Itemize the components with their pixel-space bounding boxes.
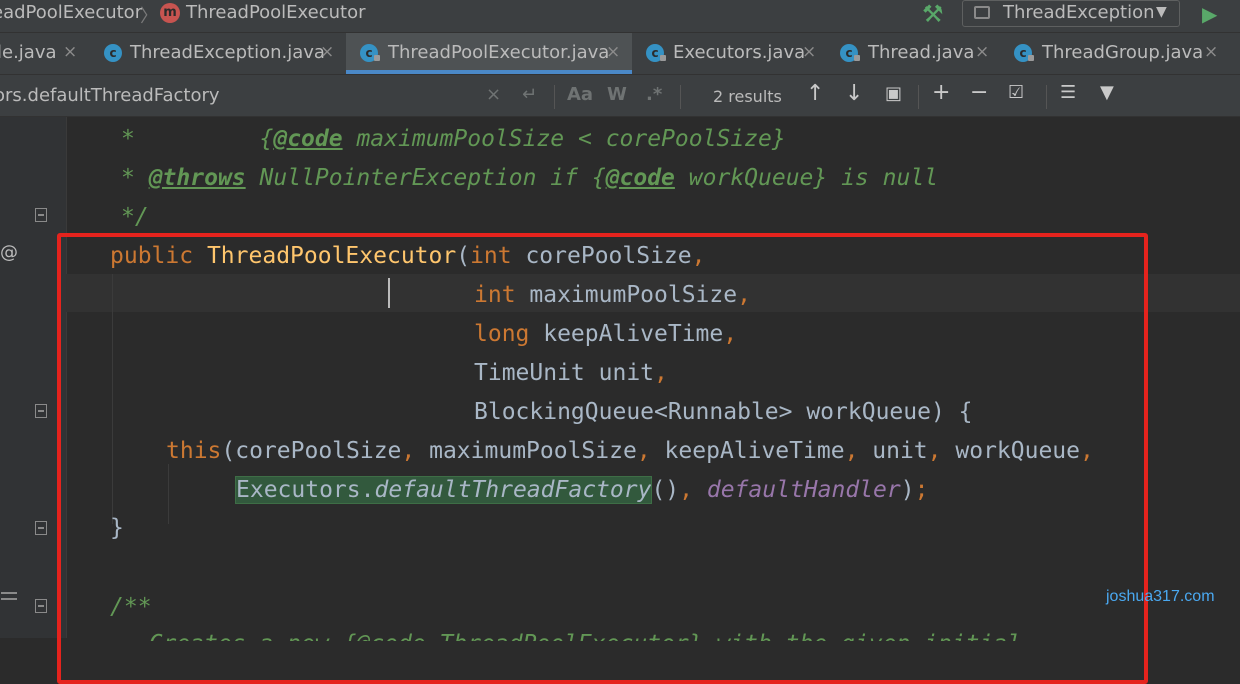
close-icon[interactable]: ×	[1204, 42, 1218, 62]
fold-icon[interactable]	[35, 208, 47, 222]
lock-icon	[854, 55, 860, 61]
close-icon[interactable]: ×	[320, 42, 334, 62]
close-icon[interactable]: ×	[63, 42, 77, 62]
divider	[680, 85, 681, 109]
breadcrumb-parent[interactable]: eadPoolExecutor	[0, 2, 142, 23]
editor-tab-bar: le.java × c ThreadException.java × c Thr…	[0, 33, 1240, 75]
previous-occurrence-icon[interactable]: ↑	[806, 81, 824, 106]
code-line: * @throws NullPointerException if {@code…	[121, 165, 939, 191]
method-class-icon: m	[160, 3, 180, 23]
tab-thread[interactable]: c Thread.java ×	[830, 33, 1002, 74]
application-config-icon	[974, 6, 990, 19]
select-all-occurrences-icon[interactable]: ▣	[885, 83, 902, 104]
breadcrumb-current[interactable]: ThreadPoolExecutor	[186, 2, 366, 23]
tab-thread-exception[interactable]: c ThreadException.java ×	[88, 33, 344, 74]
close-icon[interactable]: ×	[606, 42, 620, 62]
new-line-icon[interactable]: ↵	[522, 84, 537, 105]
whole-words-icon[interactable]: W	[607, 84, 627, 105]
clear-icon[interactable]: ×	[486, 84, 501, 105]
tab-thread-group[interactable]: c ThreadGroup.java ×	[1002, 33, 1240, 74]
code-editor[interactable]: @ * {@code maximumPoolSize < corePoolSiz…	[0, 117, 1240, 684]
fold-icon[interactable]	[35, 521, 47, 535]
tab-label: Thread.java	[868, 42, 975, 63]
navigation-bar: eadPoolExecutor 〉 m ThreadPoolExecutor ⚒…	[0, 0, 1240, 33]
run-icon[interactable]: ▶	[1202, 2, 1217, 26]
fold-icon[interactable]	[35, 599, 47, 613]
tab-executors[interactable]: c Executors.java ×	[634, 33, 830, 74]
class-icon: c	[104, 44, 122, 62]
tab-partial[interactable]: le.java ×	[0, 33, 86, 74]
filter-settings-icon[interactable]: ☰	[1060, 82, 1076, 103]
tab-label: ThreadGroup.java	[1042, 42, 1204, 63]
breadcrumb-separator: 〉	[140, 6, 158, 27]
lock-icon	[660, 55, 666, 61]
fold-icon[interactable]	[35, 404, 47, 418]
divider	[554, 85, 555, 109]
search-results-count: 2 results	[713, 87, 782, 106]
close-icon[interactable]: ×	[802, 42, 816, 62]
select-occurrences-icon[interactable]: ☑	[1008, 82, 1024, 103]
active-tab-indicator	[346, 70, 632, 74]
regex-icon[interactable]: .*	[646, 84, 662, 105]
remove-occurrence-icon[interactable]: −	[970, 80, 988, 105]
override-annotation-icon[interactable]: @	[0, 242, 18, 263]
search-input[interactable]	[0, 81, 514, 109]
chevron-down-icon: ▼	[1156, 4, 1167, 20]
next-occurrence-icon[interactable]: ↓	[845, 81, 863, 106]
code-line: */	[121, 204, 149, 230]
tab-label: ThreadPoolExecutor.java	[388, 42, 610, 63]
divider	[1046, 85, 1047, 109]
tab-label: Executors.java	[673, 42, 806, 63]
divider	[918, 85, 919, 109]
annotation-highlight-box	[57, 233, 1148, 684]
match-case-icon[interactable]: Aa	[567, 84, 593, 105]
lock-icon	[374, 55, 380, 61]
watermark: joshua317.com	[1106, 588, 1215, 605]
run-configuration-label: ThreadException	[1003, 2, 1155, 23]
code-line: * {@code maximumPoolSize < corePoolSize}	[121, 126, 786, 152]
menu-lines-icon	[1, 592, 17, 604]
tab-thread-pool-executor[interactable]: c ThreadPoolExecutor.java ×	[346, 33, 632, 74]
add-occurrence-icon[interactable]: +	[932, 80, 950, 105]
build-hammer-icon[interactable]: ⚒	[922, 0, 944, 28]
close-icon[interactable]: ×	[975, 42, 989, 62]
lock-icon	[1028, 55, 1034, 61]
find-bar: × ↵ Aa W .* 2 results ↑ ↓ ▣ + − ☑ ☰ ▼	[0, 75, 1240, 117]
tab-label: ThreadException.java	[130, 42, 325, 63]
run-configuration-dropdown[interactable]: ThreadException ▼	[962, 0, 1180, 27]
filter-icon[interactable]: ▼	[1100, 82, 1114, 103]
tab-label: le.java	[0, 42, 57, 63]
